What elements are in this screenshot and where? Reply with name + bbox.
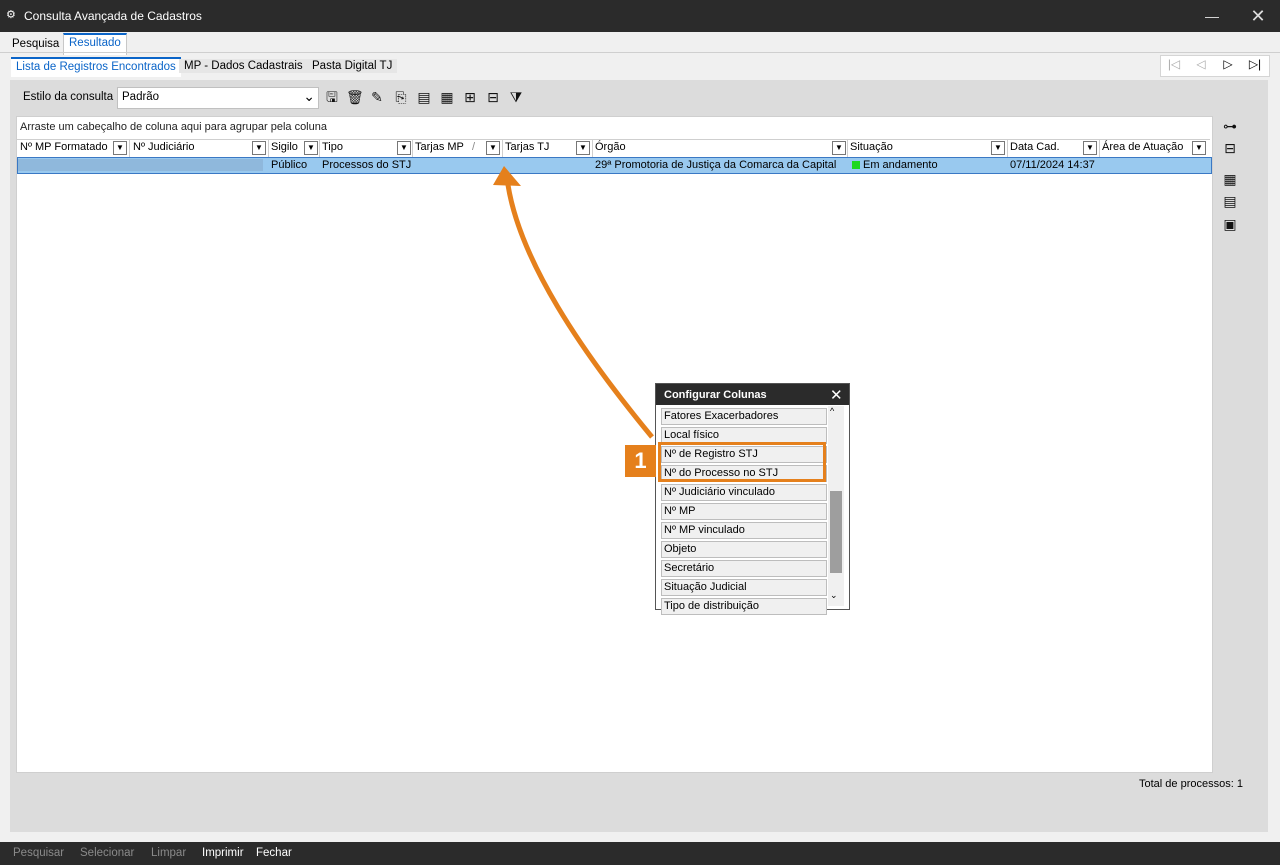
- list-item[interactable]: Objeto: [661, 541, 827, 558]
- dialog-header: Configurar Colunas ✕: [656, 384, 849, 405]
- chevron-up-icon[interactable]: ^: [830, 406, 834, 416]
- column-options-list: Fatores Exacerbadores Local físico Nº de…: [661, 408, 827, 617]
- chevron-down-icon[interactable]: ⌄: [830, 590, 838, 601]
- list-item[interactable]: Secretário: [661, 560, 827, 577]
- dialog-title: Configurar Colunas: [664, 389, 767, 401]
- list-item[interactable]: Situação Judicial: [661, 579, 827, 596]
- configurar-colunas-dialog: Configurar Colunas ✕ Fatores Exacerbador…: [655, 383, 850, 615]
- list-item[interactable]: Nº MP vinculado: [661, 522, 827, 539]
- list-item[interactable]: Nº Judiciário vinculado: [661, 484, 827, 501]
- list-item[interactable]: Tipo de distribuição: [661, 598, 827, 615]
- list-item[interactable]: Nº MP: [661, 503, 827, 520]
- scrollbar-thumb[interactable]: [830, 491, 842, 573]
- scrollbar[interactable]: ^ ⌄: [828, 406, 844, 606]
- close-icon[interactable]: ✕: [830, 386, 843, 404]
- list-item[interactable]: Fatores Exacerbadores: [661, 408, 827, 425]
- step-badge: 1: [625, 445, 656, 477]
- annotation-arrow: [493, 166, 654, 439]
- annotation-highlight: [658, 442, 826, 482]
